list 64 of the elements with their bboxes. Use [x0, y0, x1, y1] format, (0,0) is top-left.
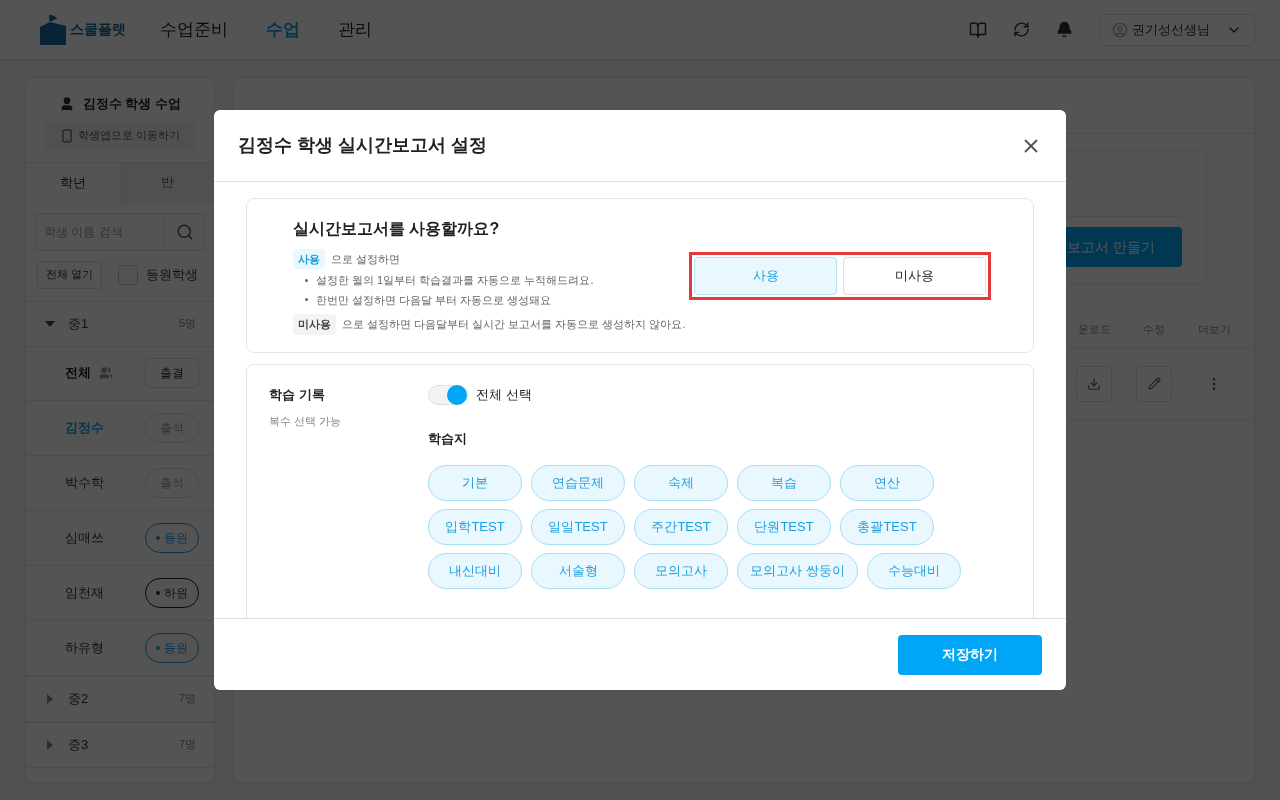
student-name: 김정수: [65, 418, 105, 437]
avatar-icon: [1112, 21, 1128, 38]
use-description: 으로 설정하면: [331, 251, 401, 267]
bullet-icon: [305, 278, 308, 282]
category-chip[interactable]: 내신대비: [428, 552, 522, 589]
edit-button[interactable]: [1136, 365, 1172, 402]
student-name: 심매쓰: [65, 528, 105, 547]
usage-option[interactable]: 미사용: [843, 256, 986, 295]
category-chip[interactable]: 수능대비: [866, 552, 961, 589]
category-chip[interactable]: 모의고사: [634, 552, 728, 589]
logo-text: 스쿨플랫: [70, 20, 126, 39]
checkbox-label: 등원학생: [146, 265, 199, 284]
attendance-button[interactable]: 출결: [145, 358, 199, 388]
bullet-icon: [305, 298, 308, 302]
download-icon: [1087, 376, 1101, 391]
dialog-title: 김정수 학생 실시간보고서 설정: [238, 134, 487, 157]
group-name: 중3: [68, 735, 90, 754]
usage-option[interactable]: 사용: [694, 256, 837, 295]
student-name: 임천재: [65, 583, 105, 602]
nav-tab[interactable]: 관리: [338, 16, 372, 43]
category-chip[interactable]: 복습: [737, 464, 831, 501]
student-name: 하유형: [65, 638, 105, 657]
group-name: 중1: [68, 314, 90, 333]
nav-tab[interactable]: 수업준비: [160, 16, 228, 43]
toggle-switch[interactable]: [428, 385, 468, 405]
category-chip[interactable]: 단원TEST: [737, 508, 831, 545]
category-chip[interactable]: 주간TEST: [634, 508, 728, 545]
category-chip[interactable]: 연산: [840, 464, 934, 501]
pencil-icon: [1147, 377, 1161, 390]
records-hint: 복수 선택 가능: [269, 413, 343, 429]
save-button[interactable]: 저장하기: [898, 634, 1042, 675]
group-name: 중2: [68, 689, 90, 708]
worksheet-title: 학습지: [428, 430, 468, 448]
unuse-tag: 미사용: [293, 314, 336, 335]
usage-question: 실시간보고서를 사용할까요?: [293, 218, 501, 239]
category-chip[interactable]: 서술형: [531, 552, 625, 589]
logo-icon: [40, 14, 66, 45]
people-icon: [99, 366, 113, 380]
category-chip[interactable]: 숙제: [634, 464, 728, 501]
search-button[interactable]: [165, 212, 205, 251]
records-title: 학습 기록: [269, 386, 326, 404]
category-chip[interactable]: 모의고사 쌍둥이: [737, 552, 858, 589]
sidebar-title: 김정수 학생 수업: [82, 95, 182, 113]
category-chip[interactable]: 일일TEST: [531, 508, 625, 545]
book-icon[interactable]: [969, 20, 987, 39]
select-all-label: 전체 선택: [476, 386, 532, 405]
bell-icon[interactable]: [1056, 21, 1073, 38]
all-students-label: 전체: [65, 364, 91, 383]
refresh-icon[interactable]: [1013, 21, 1030, 38]
download-button[interactable]: [1076, 365, 1112, 402]
search-icon: [175, 222, 194, 241]
unuse-description: 으로 설정하면 다음달부터 실시간 보고서를 자동으로 생성하지 않아요.: [342, 317, 686, 332]
bullet-text: 설정한 월의 1일부터 학습결과를 자동으로 누적해드려요.: [305, 272, 689, 289]
student-name: 박수학: [65, 473, 105, 492]
nav-tab[interactable]: 수업: [266, 16, 300, 43]
bullet-text: 한번만 설정하면 다음달 부터 자동으로 생성돼요: [305, 291, 689, 308]
category-chip[interactable]: 입학TEST: [428, 508, 522, 545]
phone-icon: [59, 128, 74, 143]
expand-all-button[interactable]: 전체 열기: [37, 260, 103, 289]
category-chip[interactable]: 기본: [428, 464, 522, 501]
user-menu[interactable]: 권기성선생님: [1099, 13, 1255, 46]
use-tag: 사용: [293, 248, 325, 269]
category-chip[interactable]: 총괄TEST: [840, 508, 934, 545]
category-chip[interactable]: 연습문제: [531, 464, 625, 501]
